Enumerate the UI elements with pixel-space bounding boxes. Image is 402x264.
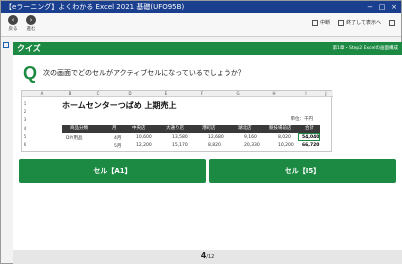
forward-button[interactable]: › 進む — [23, 15, 39, 35]
header-cell: 湖北店 — [238, 126, 252, 131]
table-cell: 12,680 — [208, 135, 224, 140]
pause-button[interactable]: 中断 — [312, 19, 330, 26]
back-button[interactable]: ‹ 戻る — [5, 15, 21, 35]
title-bar: 【eラーニング】よくわかる Excel 2021 基礎(UFO95B) − □ … — [1, 1, 401, 13]
header-cell: 中央店 — [132, 126, 146, 131]
answer-button-i5[interactable]: セル【I5】 — [209, 159, 396, 183]
sheet-title: ホームセンターつばめ 上期売上 — [62, 101, 177, 110]
active-cell-highlight — [298, 133, 320, 141]
unit-label: 単位：千円 — [290, 117, 314, 122]
column-header: E — [164, 91, 168, 96]
header-cell: 大通り店 — [166, 126, 184, 131]
help-icon — [389, 19, 395, 26]
exit-icon — [338, 19, 345, 26]
quiz-title: クイズ — [17, 44, 41, 53]
row-header: 1 — [23, 101, 27, 106]
column-header: D — [128, 91, 132, 96]
row-header: 4 — [23, 126, 27, 131]
quiz-content: Q 次の画面でどのセルがアクティブセルになっているでしょうか？ A B C D … — [13, 55, 402, 250]
column-headers: A B C D E F G H I J — [22, 91, 333, 97]
table-cell: 9,160 — [244, 135, 257, 140]
row-header: 2 — [23, 109, 27, 114]
column-header: I — [305, 91, 307, 96]
toolbar: ‹ 戻る › 進む 中断 終了して表示へ — [1, 13, 401, 37]
maximize-button[interactable]: □ — [377, 1, 387, 13]
table-header: 商品分類 月 中央店 大通り店 港町店 湖北店 競技場前店 合計 — [62, 125, 320, 133]
app-window: 【eラーニング】よくわかる Excel 2021 基礎(UFO95B) − □ … — [0, 0, 402, 264]
exit-view-button[interactable]: 終了して表示へ — [338, 19, 381, 26]
row-header: 6 — [23, 142, 27, 147]
column-header: F — [200, 91, 204, 96]
column-header: J — [325, 91, 327, 96]
table-cell: 8,820 — [208, 143, 221, 148]
row-header: 5 — [23, 134, 27, 139]
spreadsheet-image: A B C D E F G H I J 1 2 3 4 5 6 ホームセンターつ… — [21, 90, 333, 152]
side-menu[interactable] — [1, 38, 11, 52]
question-mark-icon: Q — [23, 63, 38, 83]
header-cell: 港町店 — [202, 126, 216, 131]
quiz-header: クイズ 第1章・Step2 Excelの画面構成 — [13, 42, 402, 55]
footer: 4/12 — [13, 250, 402, 264]
column-header: A — [40, 91, 44, 96]
table-cell: 10,200 — [278, 143, 294, 148]
table-cell: 13,580 — [172, 135, 188, 140]
row-header: 3 — [23, 117, 27, 122]
minimize-button[interactable]: − — [365, 1, 375, 13]
table-cell: 66,720 — [302, 143, 320, 148]
table-cell: 12,200 — [136, 143, 152, 148]
toolbar-right: 中断 終了して表示へ — [312, 19, 395, 26]
help-button[interactable] — [389, 19, 395, 26]
menu-icon[interactable] — [3, 42, 9, 48]
window-title: 【eラーニング】よくわかる Excel 2021 基礎(UFO95B) — [5, 3, 185, 11]
forward-arrow-icon: › — [26, 15, 36, 25]
page-indicator: 4/12 — [13, 251, 402, 260]
column-header: G — [236, 91, 240, 96]
table-cell: 4月 — [114, 136, 122, 141]
answer-button-a1[interactable]: セル【A1】 — [19, 159, 206, 183]
back-arrow-icon: ‹ — [8, 15, 18, 25]
table-cell: 15,170 — [172, 143, 188, 148]
question-text: 次の画面でどのセルがアクティブセルになっているでしょうか？ — [43, 69, 245, 77]
pause-icon — [312, 19, 319, 26]
column-header: H — [272, 91, 276, 96]
table-cell: DIY用品 — [66, 136, 83, 141]
close-button[interactable]: × — [389, 1, 399, 13]
table-cell: 10,600 — [136, 135, 152, 140]
table-cell: 8,020 — [278, 135, 291, 140]
total-pages: /12 — [206, 254, 215, 260]
header-cell: 月 — [112, 126, 117, 131]
column-header: B — [68, 91, 72, 96]
window-controls: − □ × — [365, 1, 399, 13]
column-header: C — [96, 91, 100, 96]
header-cell: 合計 — [305, 126, 314, 131]
table-cell: 20,330 — [244, 143, 260, 148]
header-cell: 競技場前店 — [269, 126, 292, 131]
header-cell: 商品分類 — [70, 126, 88, 131]
table-cell: 5月 — [114, 144, 122, 149]
chapter-label: 第1章・Step2 Excelの画面構成 — [332, 46, 398, 51]
